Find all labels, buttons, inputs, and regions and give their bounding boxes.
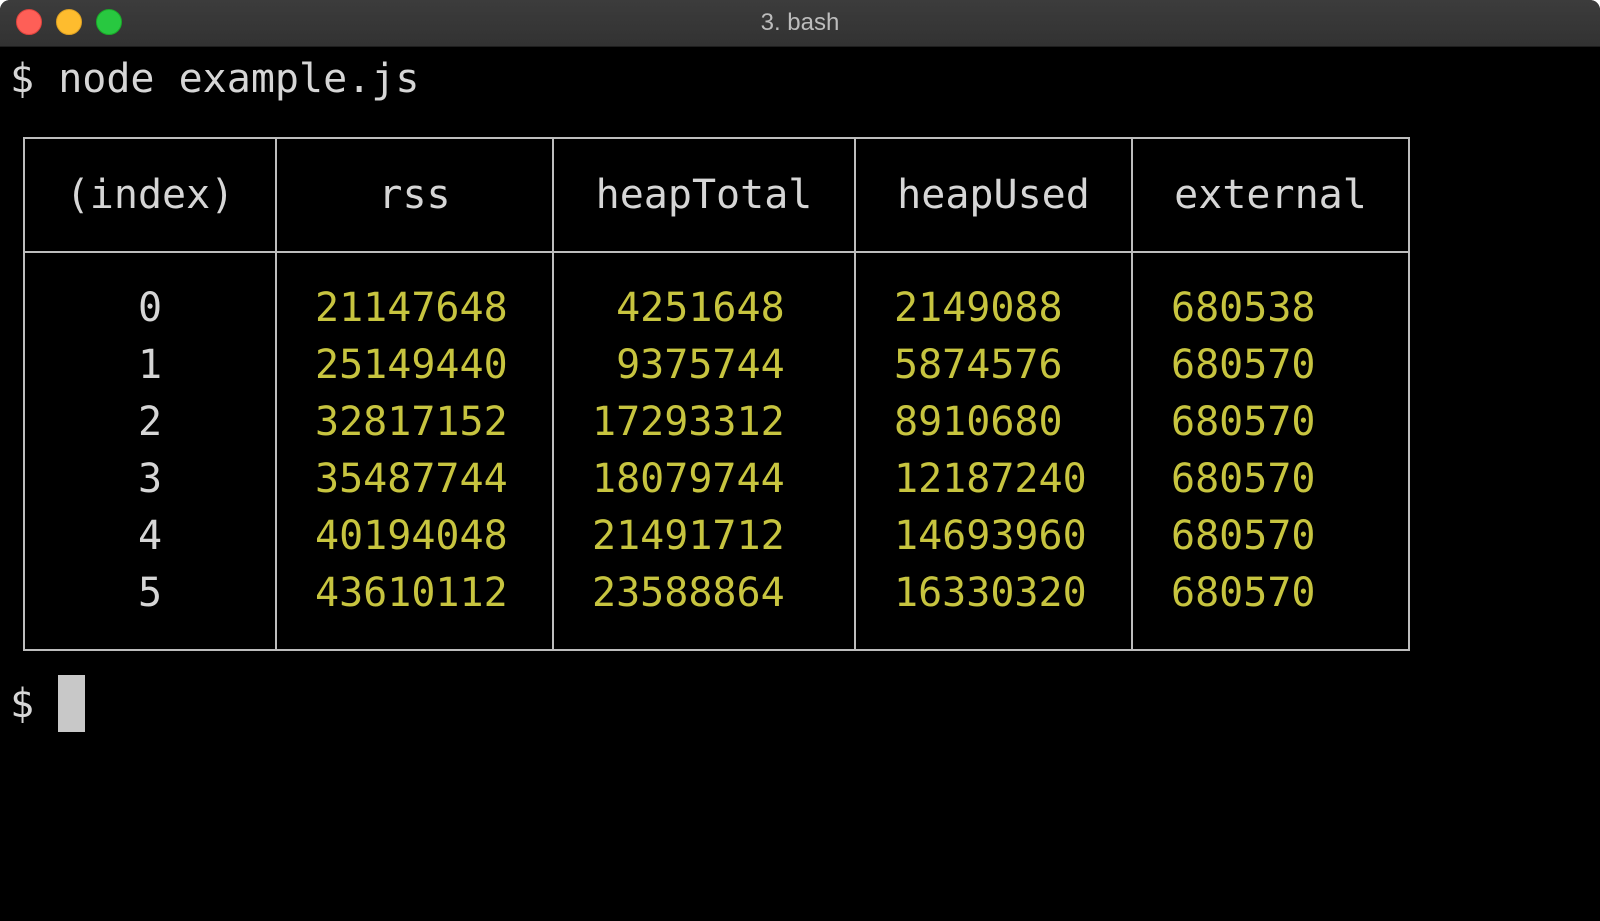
cell-heapTotal: 23588864	[552, 565, 856, 650]
cell-heapTotal: 9375744	[552, 337, 856, 394]
cell-rss: 35487744	[275, 451, 554, 508]
cell-external: 680570	[1131, 394, 1410, 451]
table-row: 3 35487744 18079744 12187240 680570	[23, 451, 1410, 508]
cell-external: 680538	[1131, 252, 1410, 337]
cell-external: 680570	[1131, 451, 1410, 508]
cell-heapTotal: 21491712	[552, 508, 856, 565]
cell-index: 4	[23, 508, 277, 565]
cell-rss: 32817152	[275, 394, 554, 451]
cell-heapTotal: 18079744	[552, 451, 856, 508]
text-cursor	[58, 675, 86, 732]
cell-index: 2	[23, 394, 277, 451]
cell-external: 680570	[1131, 337, 1410, 394]
terminal-window: 3. bash $ node example.js (index) rss he…	[0, 0, 1600, 921]
table-row: 4 40194048 21491712 14693960 680570	[23, 508, 1410, 565]
prompt-symbol: $	[10, 56, 35, 102]
command-line: $ node example.js	[10, 50, 419, 108]
cell-heapTotal: 17293312	[552, 394, 856, 451]
cell-heapUsed: 5874576	[854, 337, 1133, 394]
cell-heapUsed: 8910680	[854, 394, 1133, 451]
column-header-index: (index)	[23, 138, 277, 252]
column-header-heapUsed: heapUsed	[854, 138, 1133, 252]
title-bar[interactable]: 3. bash	[0, 0, 1600, 47]
cell-heapUsed: 12187240	[854, 451, 1133, 508]
table-row: 5 43610112 23588864 16330320 680570	[23, 565, 1410, 650]
cell-index: 0	[23, 252, 277, 337]
cell-heapTotal: 4251648	[552, 252, 856, 337]
cell-rss: 21147648	[275, 252, 554, 337]
table-header-row: (index) rss heapTotal heapUsed external	[23, 138, 1410, 252]
cell-index: 1	[23, 337, 277, 394]
column-header-rss: rss	[275, 138, 554, 252]
command-text: node example.js	[58, 56, 420, 102]
cell-external: 680570	[1131, 565, 1410, 650]
cell-rss: 43610112	[275, 565, 554, 650]
terminal-content[interactable]: $ node example.js (index) rss heapTotal …	[0, 47, 1600, 921]
table-row: 2 32817152 17293312 8910680 680570	[23, 394, 1410, 451]
input-prompt-line[interactable]: $	[10, 675, 86, 733]
cell-external: 680570	[1131, 508, 1410, 565]
cell-rss: 25149440	[275, 337, 554, 394]
table-row: 1 25149440 9375744 5874576 680570	[23, 337, 1410, 394]
memory-usage-table: (index) rss heapTotal heapUsed external …	[23, 137, 1410, 651]
cell-index: 5	[23, 565, 277, 650]
cell-heapUsed: 14693960	[854, 508, 1133, 565]
cell-heapUsed: 2149088	[854, 252, 1133, 337]
table-row: 0 21147648 4251648 2149088 680538	[23, 252, 1410, 337]
cell-heapUsed: 16330320	[854, 565, 1133, 650]
cell-rss: 40194048	[275, 508, 554, 565]
column-header-heapTotal: heapTotal	[552, 138, 856, 252]
prompt-symbol: $	[10, 681, 35, 727]
window-title: 3. bash	[760, 9, 840, 36]
cell-index: 3	[23, 451, 277, 508]
column-header-external: external	[1131, 138, 1410, 252]
